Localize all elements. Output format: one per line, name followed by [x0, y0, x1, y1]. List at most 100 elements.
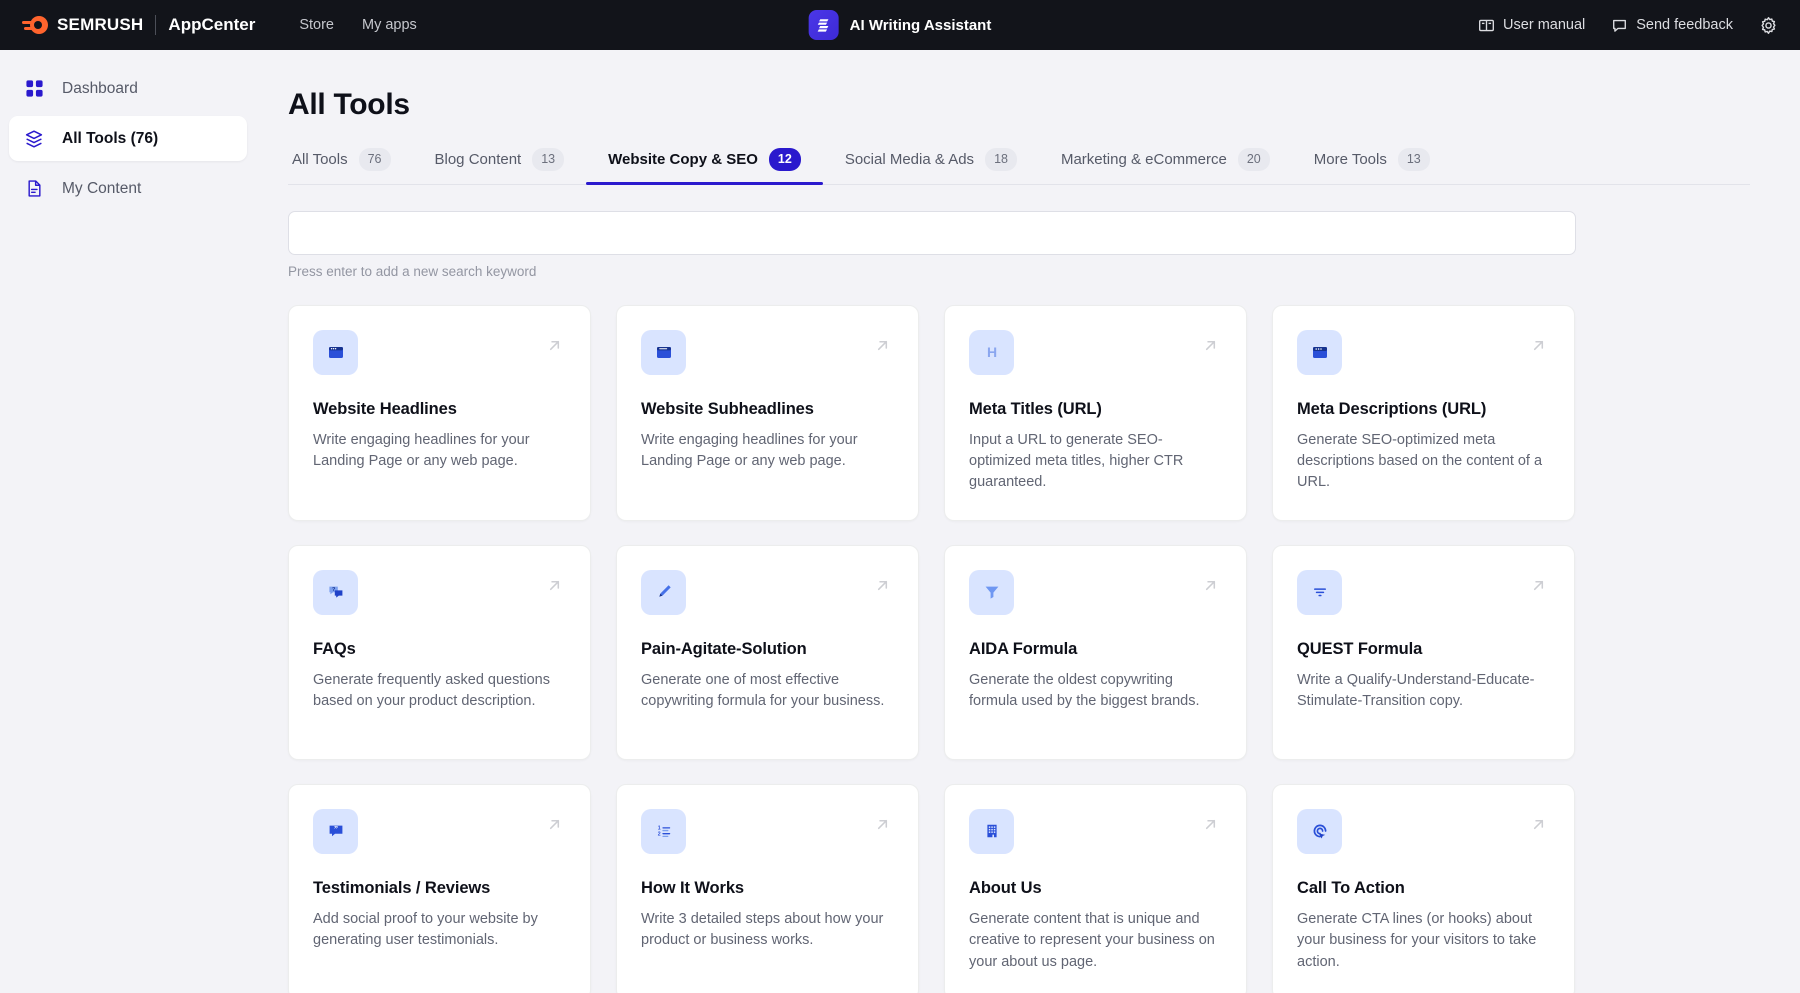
open-arrow-icon[interactable]: [1201, 815, 1220, 839]
quote-bubble-icon: ”: [313, 809, 358, 854]
card-description: Write a Qualify-Understand-Educate-Stimu…: [1297, 670, 1550, 713]
card-description: Add social proof to your website by gene…: [313, 909, 566, 952]
tool-card[interactable]: 1 2 How It Works: [616, 784, 919, 993]
card-description: Write 3 detailed steps about how your pr…: [641, 909, 894, 952]
tool-card[interactable]: About Us Generate content that is unique…: [944, 784, 1247, 993]
open-arrow-icon[interactable]: [545, 576, 564, 600]
top-bar: SEMRUSH AppCenter Store My apps AI Writi…: [0, 0, 1800, 50]
open-arrow-icon[interactable]: [873, 815, 892, 839]
tab-blog-content-label: Blog Content: [435, 151, 522, 168]
tab-all-tools-count: 76: [359, 148, 391, 171]
card-header: [313, 330, 566, 375]
sidebar: Dashboard All Tools (76): [0, 50, 256, 993]
sidebar-item-all-tools[interactable]: All Tools (76): [9, 116, 247, 161]
tool-card[interactable]: Call To Action Generate CTA lines (or ho…: [1272, 784, 1575, 993]
open-arrow-icon[interactable]: [1529, 336, 1548, 360]
book-icon: [1478, 17, 1495, 34]
card-header: [1297, 330, 1550, 375]
card-title: QUEST Formula: [1297, 640, 1550, 659]
open-arrow-icon[interactable]: [1529, 815, 1548, 839]
card-header: ”: [313, 809, 566, 854]
body-wrapper: Dashboard All Tools (76): [0, 50, 1800, 993]
svg-text:2: 2: [657, 832, 660, 838]
building-icon: [969, 809, 1014, 854]
tool-card[interactable]: Website Headlines Write engaging headlin…: [288, 305, 591, 521]
numbered-list-icon: 1 2: [641, 809, 686, 854]
settings-button[interactable]: [1759, 16, 1778, 35]
brand-logo[interactable]: SEMRUSH AppCenter: [22, 15, 255, 35]
open-arrow-icon[interactable]: [545, 336, 564, 360]
top-right-actions: User manual Send feedback: [1478, 16, 1778, 35]
open-arrow-icon[interactable]: [1529, 576, 1548, 600]
brand-subname: AppCenter: [168, 15, 255, 35]
browser-window-icon: [1297, 330, 1342, 375]
card-description: Generate one of most effective copywriti…: [641, 670, 894, 713]
tab-website-copy-seo[interactable]: Website Copy & SEO 12: [586, 148, 823, 184]
search-hint: Press enter to add a new search keyword: [288, 264, 1750, 279]
tab-website-copy-seo-label: Website Copy & SEO: [608, 151, 758, 168]
card-title: Website Subheadlines: [641, 400, 894, 419]
svg-text:?: ?: [331, 587, 334, 593]
svg-text:H: H: [986, 344, 996, 360]
card-header: [641, 570, 894, 615]
card-header: [641, 330, 894, 375]
tool-card[interactable]: AIDA Formula Generate the oldest copywri…: [944, 545, 1247, 760]
card-title: About Us: [969, 879, 1222, 898]
layers-icon: [23, 128, 45, 150]
open-arrow-icon[interactable]: [1201, 576, 1220, 600]
tab-marketing-ecommerce-label: Marketing & eCommerce: [1061, 151, 1227, 168]
send-feedback-button[interactable]: Send feedback: [1611, 17, 1733, 34]
tab-social-media-ads[interactable]: Social Media & Ads 18: [823, 148, 1039, 184]
tool-card[interactable]: ” Testimonials / Reviews Add social proo…: [288, 784, 591, 993]
card-header: [1297, 570, 1550, 615]
sidebar-item-dashboard[interactable]: Dashboard: [9, 66, 247, 111]
page-title: All Tools: [288, 88, 1750, 122]
user-manual-label: User manual: [1503, 17, 1585, 33]
app-title-text: AI Writing Assistant: [850, 17, 992, 34]
card-title: Call To Action: [1297, 879, 1550, 898]
tool-card[interactable]: QUEST Formula Write a Qualify-Understand…: [1272, 545, 1575, 760]
send-feedback-label: Send feedback: [1636, 17, 1733, 33]
tab-blog-content[interactable]: Blog Content 13: [413, 148, 587, 184]
tab-marketing-ecommerce[interactable]: Marketing & eCommerce 20: [1039, 148, 1292, 184]
tool-card[interactable]: Meta Descriptions (URL) Generate SEO-opt…: [1272, 305, 1575, 521]
card-title: Meta Descriptions (URL): [1297, 400, 1550, 419]
document-icon: [23, 178, 45, 200]
card-description: Write engaging headlines for your Landin…: [641, 430, 894, 473]
tab-more-tools-label: More Tools: [1314, 151, 1387, 168]
card-header: [1297, 809, 1550, 854]
open-arrow-icon[interactable]: [873, 576, 892, 600]
tab-website-copy-seo-count: 12: [769, 148, 801, 171]
card-title: Testimonials / Reviews: [313, 879, 566, 898]
card-header: H: [969, 330, 1222, 375]
tool-card[interactable]: H Meta Titles (URL) Input a URL to gener…: [944, 305, 1247, 521]
open-arrow-icon[interactable]: [545, 815, 564, 839]
open-arrow-icon[interactable]: [873, 336, 892, 360]
tab-marketing-ecommerce-count: 20: [1238, 148, 1270, 171]
user-manual-button[interactable]: User manual: [1478, 17, 1585, 34]
grid-icon: [23, 78, 45, 100]
nav-my-apps[interactable]: My apps: [362, 17, 417, 33]
search-input[interactable]: [288, 211, 1576, 255]
tool-card[interactable]: Website Subheadlines Write engaging head…: [616, 305, 919, 521]
card-header: 1 2: [641, 809, 894, 854]
open-arrow-icon[interactable]: [1201, 336, 1220, 360]
heading-h-icon: H: [969, 330, 1014, 375]
active-app-title: AI Writing Assistant: [809, 10, 992, 40]
top-nav: Store My apps: [299, 17, 416, 33]
tool-card[interactable]: Pain-Agitate-Solution Generate one of mo…: [616, 545, 919, 760]
tab-social-media-ads-count: 18: [985, 148, 1017, 171]
card-title: AIDA Formula: [969, 640, 1222, 659]
nav-store[interactable]: Store: [299, 17, 334, 33]
tab-more-tools[interactable]: More Tools 13: [1292, 148, 1452, 184]
pen-icon: [641, 570, 686, 615]
sidebar-item-my-content[interactable]: My Content: [9, 166, 247, 211]
brand-divider: [155, 15, 156, 35]
tab-all-tools[interactable]: All Tools 76: [288, 148, 413, 184]
target-cursor-icon: [1297, 809, 1342, 854]
chat-bubble-icon: [1611, 17, 1628, 34]
card-description: Input a URL to generate SEO-optimized me…: [969, 430, 1222, 494]
card-description: Generate SEO-optimized meta descriptions…: [1297, 430, 1550, 494]
tool-card[interactable]: ? FAQs Generate frequently asked questio…: [288, 545, 591, 760]
tab-more-tools-count: 13: [1398, 148, 1430, 171]
